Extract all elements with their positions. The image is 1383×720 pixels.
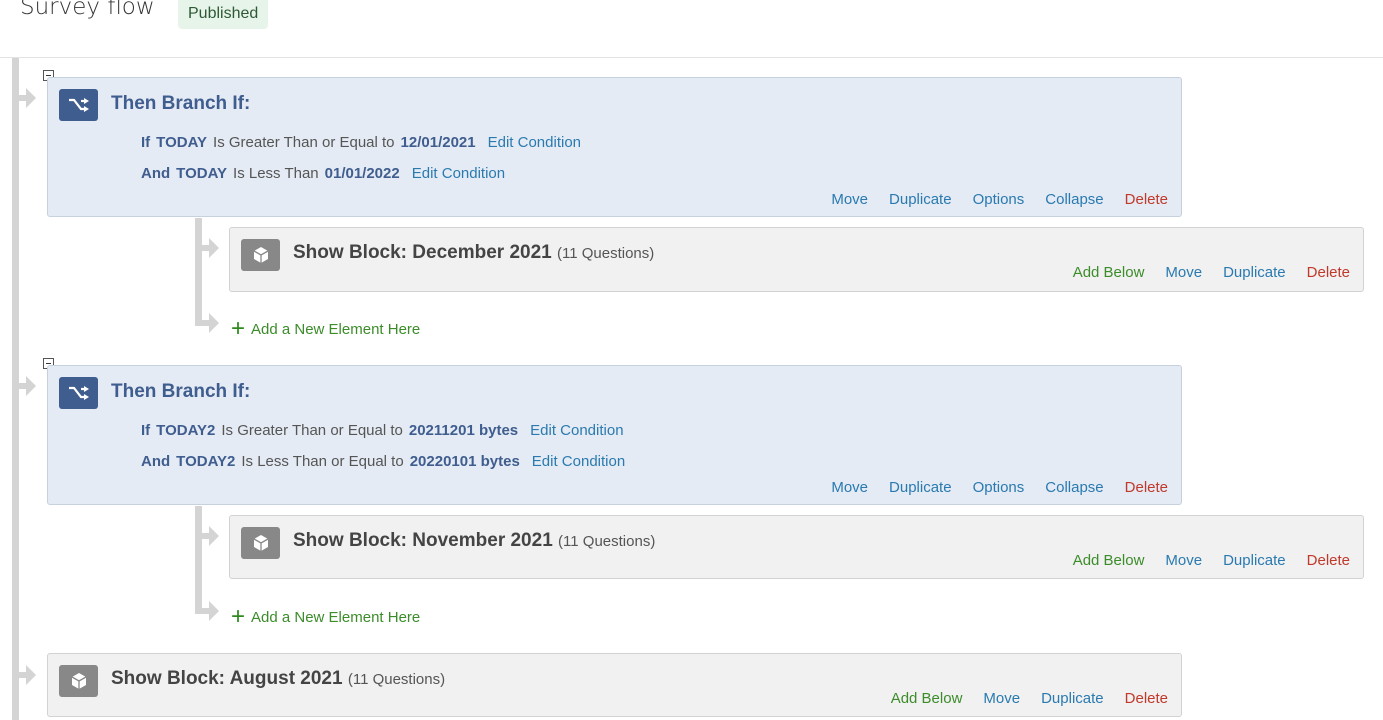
plus-icon: +	[231, 603, 246, 630]
delete-button[interactable]: Delete	[1125, 479, 1168, 496]
block-actions: Add Below Move Duplicate Delete	[891, 690, 1168, 707]
branch-actions: Move Duplicate Options Collapse Delete	[831, 191, 1168, 208]
question-count: (11 Questions)	[558, 533, 656, 550]
branch-connector	[195, 218, 202, 326]
move-button[interactable]: Move	[831, 191, 868, 208]
branch-icon	[59, 89, 98, 121]
flow-arrow	[195, 601, 219, 621]
delete-button[interactable]: Delete	[1307, 264, 1350, 281]
branch-title: Then Branch If:	[111, 381, 251, 402]
add-below-button[interactable]: Add Below	[891, 690, 963, 707]
flow-arrow	[12, 665, 36, 685]
condition-value: 20211201 bytes	[408, 422, 519, 439]
branch-condition: And TODAY Is Less Than 01/01/2022 Edit Condi…	[141, 165, 505, 182]
question-count: (11 Questions)	[347, 671, 446, 688]
condition-operator: Is Less Than or Equal to	[241, 453, 404, 470]
delete-button[interactable]: Delete	[1307, 552, 1350, 569]
block-element: Show Block: November 2021 (11 Questions)…	[229, 515, 1364, 579]
duplicate-button[interactable]: Duplicate	[1041, 690, 1104, 707]
block-title: Show Block: August 2021 (11 Questions)	[111, 668, 445, 690]
duplicate-button[interactable]: Duplicate	[1223, 552, 1286, 569]
block-icon	[59, 665, 98, 697]
add-new-element-label: Add a New Element Here	[251, 609, 421, 626]
condition-value: 20220101 bytes	[409, 453, 520, 470]
condition-operator: Is Greater Than or Equal to	[221, 422, 403, 439]
flow-arrow	[195, 526, 219, 546]
condition-operator: Is Greater Than or Equal to	[213, 134, 395, 151]
move-button[interactable]: Move	[1165, 264, 1202, 281]
branch-title: Then Branch If:	[111, 93, 251, 114]
branch-element: Then Branch If: If TODAY2 Is Greater Than …	[47, 365, 1182, 505]
edit-condition-link[interactable]: Edit Condition	[532, 453, 625, 470]
delete-button[interactable]: Delete	[1125, 690, 1168, 707]
branch-condition: If TODAY Is Greater Than or Equal to 12/01/…	[141, 134, 581, 151]
condition-field: TODAY	[156, 134, 208, 151]
plus-icon: +	[231, 315, 246, 342]
branch-actions: Move Duplicate Options Collapse Delete	[831, 479, 1168, 496]
question-count: (11 Questions)	[557, 245, 655, 262]
condition-field: TODAY	[176, 165, 228, 182]
shuffle-icon	[68, 386, 89, 400]
status-badge: Published	[178, 0, 269, 29]
add-below-button[interactable]: Add Below	[1073, 552, 1145, 569]
flow-arrow	[12, 376, 36, 396]
condition-conjunction: And	[141, 165, 171, 182]
block-title: Show Block: December 2021 (11 Questions)	[293, 242, 654, 264]
block-icon	[241, 527, 280, 559]
collapse-button[interactable]: Collapse	[1045, 191, 1103, 208]
add-new-element-label: Add a New Element Here	[251, 321, 421, 338]
shuffle-icon	[68, 98, 89, 112]
duplicate-button[interactable]: Duplicate	[889, 191, 952, 208]
move-button[interactable]: Move	[1165, 552, 1202, 569]
condition-operator: Is Less Than	[233, 165, 319, 182]
block-title: Show Block: November 2021 (11 Questions)	[293, 530, 655, 552]
cube-icon	[253, 535, 268, 551]
move-button[interactable]: Move	[831, 479, 868, 496]
branch-condition: If TODAY2 Is Greater Than or Equal to 20211…	[141, 422, 624, 439]
cube-icon	[71, 673, 86, 689]
collapse-button[interactable]: Collapse	[1045, 479, 1103, 496]
options-button[interactable]: Options	[973, 479, 1025, 496]
branch-element: Then Branch If: If TODAY Is Greater Than o…	[47, 77, 1182, 217]
condition-field: TODAY2	[176, 453, 236, 470]
add-new-element-link[interactable]: + Add a New Element Here	[231, 601, 421, 630]
add-new-element-link[interactable]: + Add a New Element Here	[231, 313, 421, 342]
flow-arrow	[195, 313, 219, 333]
duplicate-button[interactable]: Duplicate	[1223, 264, 1286, 281]
branch-connector	[195, 506, 202, 614]
branch-condition: And TODAY2 Is Less Than or Equal to 2022010…	[141, 453, 625, 470]
block-icon	[241, 239, 280, 271]
edit-condition-link[interactable]: Edit Condition	[530, 422, 623, 439]
block-name: Show Block: August 2021	[111, 668, 343, 689]
condition-conjunction: And	[141, 453, 171, 470]
flow-connector-trunk	[12, 58, 19, 720]
condition-conjunction: If	[141, 422, 151, 439]
block-name: Show Block: December 2021	[293, 242, 552, 263]
add-below-button[interactable]: Add Below	[1073, 264, 1145, 281]
block-element: Show Block: December 2021 (11 Questions)…	[229, 227, 1364, 292]
condition-value: 12/01/2021	[400, 134, 476, 151]
edit-condition-link[interactable]: Edit Condition	[412, 165, 505, 182]
condition-field: TODAY2	[156, 422, 216, 439]
block-element: Show Block: August 2021 (11 Questions) A…	[47, 653, 1182, 717]
cube-icon	[253, 247, 268, 263]
page-title: Survey flow	[20, 0, 155, 20]
flow-arrow	[12, 88, 36, 108]
page-header: Survey flow Published	[0, 0, 1383, 58]
condition-conjunction: If	[141, 134, 151, 151]
block-actions: Add Below Move Duplicate Delete	[1073, 552, 1350, 569]
options-button[interactable]: Options	[973, 191, 1025, 208]
edit-condition-link[interactable]: Edit Condition	[488, 134, 581, 151]
delete-button[interactable]: Delete	[1125, 191, 1168, 208]
block-actions: Add Below Move Duplicate Delete	[1073, 264, 1350, 281]
duplicate-button[interactable]: Duplicate	[889, 479, 952, 496]
branch-icon	[59, 377, 98, 409]
condition-value: 01/01/2022	[324, 165, 400, 182]
move-button[interactable]: Move	[983, 690, 1020, 707]
block-name: Show Block: November 2021	[293, 530, 553, 551]
flow-arrow	[195, 238, 219, 258]
